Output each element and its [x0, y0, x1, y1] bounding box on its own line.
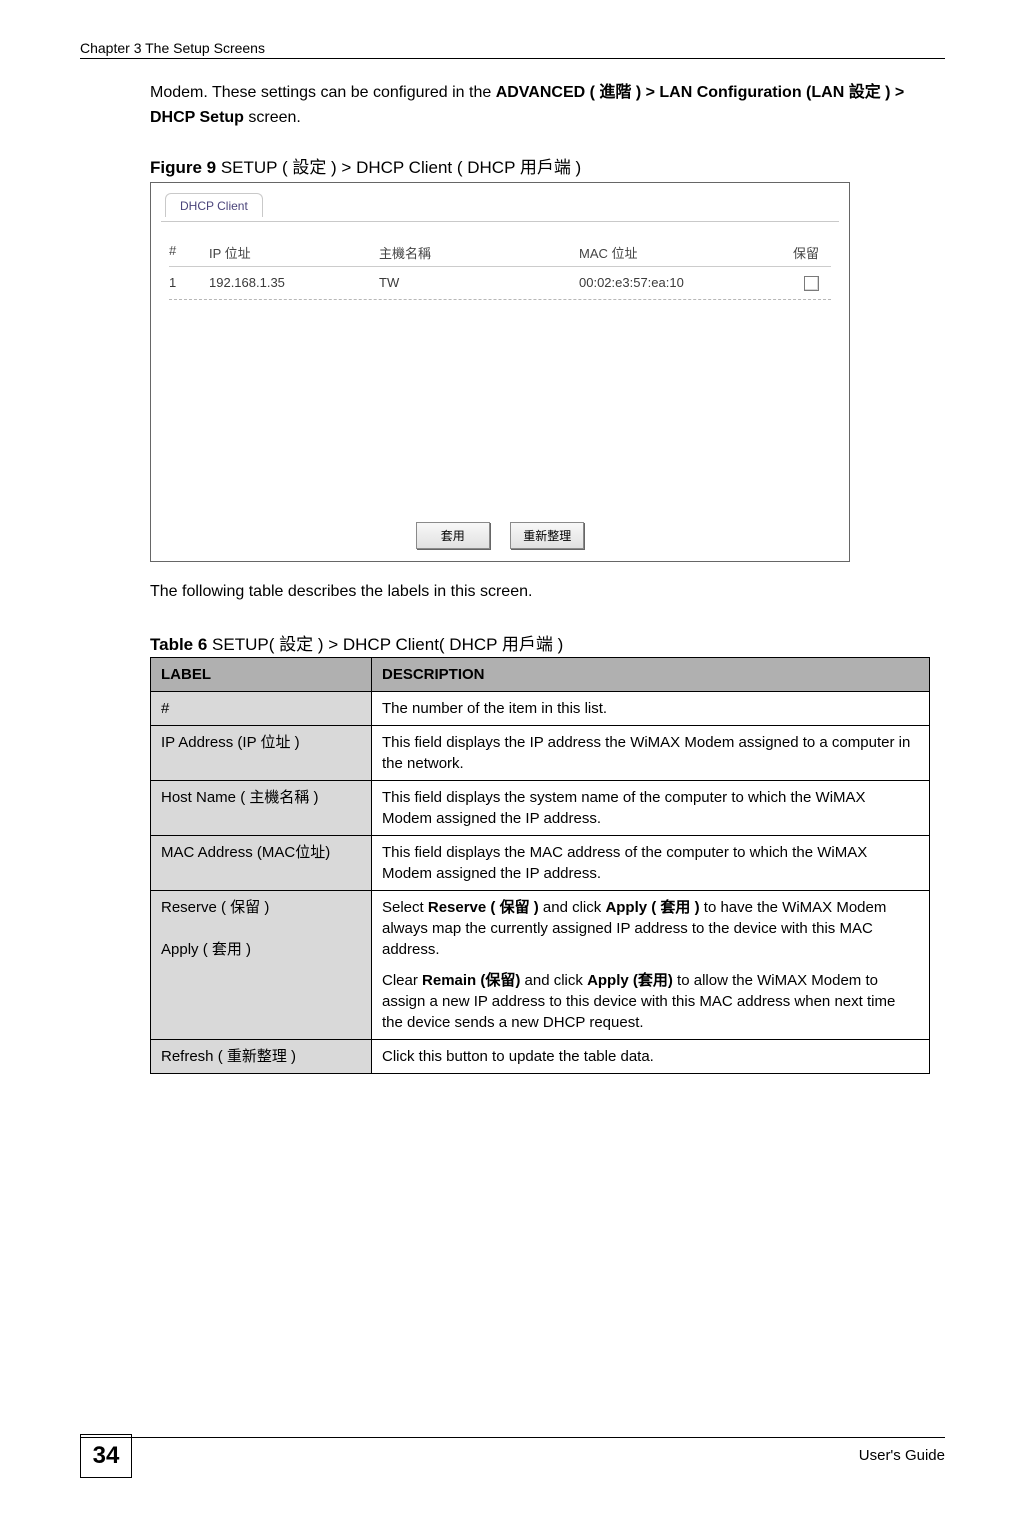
def-table-header: LABEL DESCRIPTION	[151, 658, 930, 692]
refresh-button[interactable]: 重新整理	[510, 522, 584, 549]
def-label: Reserve ( 保留 ) Apply ( 套用 )	[151, 891, 372, 1040]
txt-bold: Reserve ( 保留 )	[428, 899, 539, 916]
def-desc: This field displays the MAC address of t…	[372, 836, 930, 891]
txt-bold: Remain (保留)	[422, 972, 520, 989]
intro-paragraph: Modem. These settings can be configured …	[150, 81, 945, 131]
def-row-refresh: Refresh ( 重新整理 ) Click this button to up…	[151, 1040, 930, 1074]
def-desc: This field displays the system name of t…	[372, 781, 930, 836]
cell-num: 1	[169, 275, 209, 291]
table-label: Table 6	[150, 635, 207, 654]
tab-dhcp-client[interactable]: DHCP Client	[165, 193, 263, 217]
definition-table: LABEL DESCRIPTION # The number of the it…	[150, 657, 930, 1074]
table-row: 1 192.168.1.35 TW 00:02:e3:57:ea:10	[169, 267, 831, 300]
txt: Clear	[382, 972, 422, 989]
def-desc: Select Reserve ( 保留 ) and click Apply ( …	[372, 891, 930, 1040]
footer-rule	[80, 1437, 945, 1438]
def-row-reserve-apply: Reserve ( 保留 ) Apply ( 套用 ) Select Reser…	[151, 891, 930, 1040]
def-row-hostname: Host Name ( 主機名稱 ) This field displays t…	[151, 781, 930, 836]
dhcp-client-table: # IP 位址 主機名稱 MAC 位址 保留 1 192.168.1.35 TW…	[169, 239, 831, 300]
def-label: #	[151, 692, 372, 726]
header-label: LABEL	[151, 658, 372, 692]
def-desc: Click this button to update the table da…	[372, 1040, 930, 1074]
txt-bold: Apply (套用)	[587, 972, 673, 989]
def-row-ip: IP Address (IP 位址 ) This field displays …	[151, 726, 930, 781]
col-number: #	[169, 243, 209, 262]
txt: and click	[539, 899, 606, 916]
figure-title: SETUP ( 設定 ) > DHCP Client ( DHCP 用戶端 )	[216, 158, 581, 177]
def-desc: This field displays the IP address the W…	[372, 726, 930, 781]
header-rule	[80, 58, 945, 59]
col-ip: IP 位址	[209, 243, 379, 262]
table-header-row: # IP 位址 主機名稱 MAC 位址 保留	[169, 239, 831, 267]
def-desc: The number of the item in this list.	[372, 692, 930, 726]
def-label: IP Address (IP 位址 )	[151, 726, 372, 781]
cell-host: TW	[379, 275, 579, 291]
button-bar: 套用 重新整理	[151, 522, 849, 549]
footer-guide-label: User's Guide	[859, 1447, 945, 1464]
def-label: Host Name ( 主機名稱 )	[151, 781, 372, 836]
col-host: 主機名稱	[379, 243, 579, 262]
intro-text-prefix: Modem. These settings can be configured …	[150, 84, 496, 101]
table-caption: Table 6 SETUP( 設定 ) > DHCP Client( DHCP …	[150, 630, 945, 655]
cell-mac: 00:02:e3:57:ea:10	[579, 275, 759, 291]
def-label-line2: Apply ( 套用 )	[161, 941, 251, 958]
txt: and click	[520, 972, 587, 989]
txt-bold: Apply ( 套用 )	[605, 899, 699, 916]
col-reserve: 保留	[759, 243, 819, 262]
table-title: SETUP( 設定 ) > DHCP Client( DHCP 用戶端 )	[207, 635, 563, 654]
cell-reserve	[759, 275, 819, 291]
apply-button[interactable]: 套用	[416, 522, 490, 549]
cell-ip: 192.168.1.35	[209, 275, 379, 291]
def-label: Refresh ( 重新整理 )	[151, 1040, 372, 1074]
paragraph-table-intro: The following table describes the labels…	[150, 580, 945, 605]
figure-caption: Figure 9 SETUP ( 設定 ) > DHCP Client ( DH…	[150, 153, 945, 178]
def-row-mac: MAC Address (MAC位址) This field displays …	[151, 836, 930, 891]
col-mac: MAC 位址	[579, 243, 759, 262]
page-number: 34	[80, 1434, 132, 1478]
txt: Select	[382, 899, 428, 916]
def-label: MAC Address (MAC位址)	[151, 836, 372, 891]
header-description: DESCRIPTION	[372, 658, 930, 692]
intro-text-suffix: screen.	[244, 109, 301, 126]
def-label-line1: Reserve ( 保留 )	[161, 899, 269, 916]
screenshot-figure: DHCP Client # IP 位址 主機名稱 MAC 位址 保留 1 192…	[150, 182, 850, 562]
reserve-checkbox[interactable]	[804, 276, 819, 291]
figure-label: Figure 9	[150, 158, 216, 177]
tab-baseline	[161, 221, 839, 222]
def-row-number: # The number of the item in this list.	[151, 692, 930, 726]
running-header: Chapter 3 The Setup Screens	[80, 40, 945, 56]
